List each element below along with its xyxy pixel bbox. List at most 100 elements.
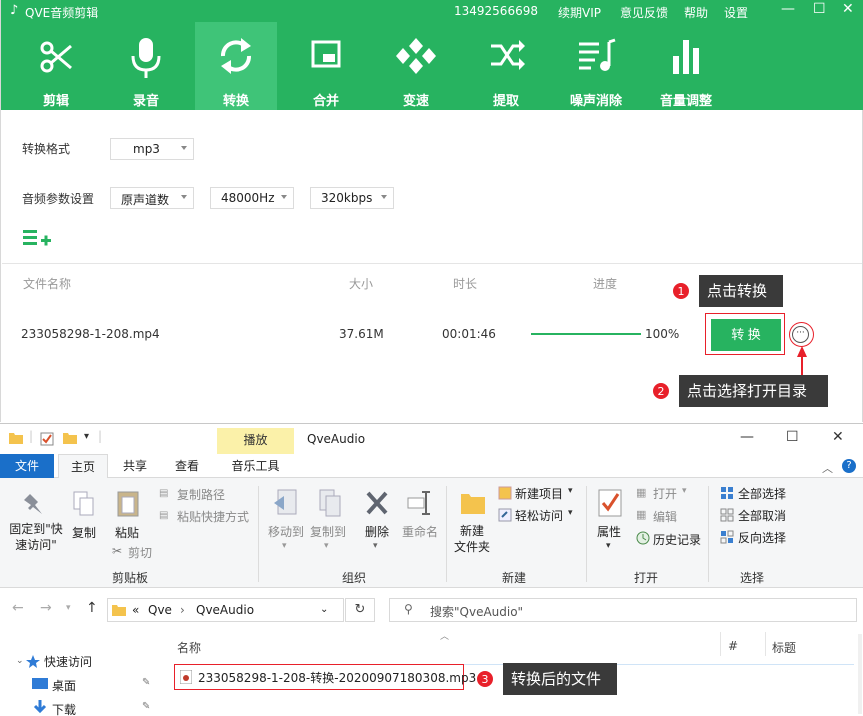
tab-view[interactable]: 查看 [162, 454, 212, 478]
pin-icon: ✎ [142, 701, 151, 712]
tool-merge[interactable]: 合并 [285, 22, 367, 110]
invert-selection-button[interactable]: 反向选择 [738, 529, 786, 546]
step-badge-1: 1 [672, 282, 690, 300]
up-arrow-icon[interactable]: ↑ [86, 600, 98, 616]
open-button[interactable]: 打开 [653, 485, 677, 502]
tool-label: 变速 [402, 94, 429, 109]
pin-icon [24, 494, 42, 514]
breadcrumb-qveaudio[interactable]: QveAudio [196, 603, 254, 617]
back-arrow-icon[interactable]: ← [12, 600, 24, 616]
nav-quick-access[interactable]: 快速访问 [44, 653, 92, 670]
search-input[interactable]: ⚲ 搜索"QveAudio" [389, 598, 857, 622]
help-icon[interactable]: ? [842, 459, 856, 473]
tool-trim[interactable]: 剪辑 [15, 22, 97, 110]
output-file-name[interactable]: 233058298-1-208-转换-20200907180308.mp3 [198, 669, 476, 686]
select-none-button[interactable]: 全部取消 [738, 507, 786, 524]
paste-icon [117, 491, 139, 517]
format-select[interactable]: mp3 [110, 138, 194, 160]
music-note-icon: ♪ [10, 3, 19, 18]
tab-music-tools[interactable]: 音乐工具 [217, 454, 294, 478]
scrollbar[interactable] [858, 634, 862, 714]
column-title[interactable]: 标题 [772, 639, 796, 656]
address-row: ← → ▾ ↑ « Qve › QveAudio ⌄ ↻ ⚲ 搜索"QveAud… [0, 588, 863, 633]
callout-output-file: 转换后的文件 [503, 663, 617, 695]
channel-value: 原声道数 [121, 193, 170, 207]
copy-to-button[interactable]: 复制到 [306, 524, 350, 540]
qve-app-window: ♪ QVE音频剪辑 13492566698 续期VIP 意见反馈 帮助 设置 —… [0, 0, 863, 422]
collapse-ribbon-icon[interactable]: ︿ [822, 460, 833, 476]
cut-icon: ✂ [112, 544, 123, 558]
close-icon[interactable]: ✕ [842, 1, 854, 17]
address-bar[interactable]: « Qve › QveAudio ⌄ [107, 598, 344, 622]
new-folder-icon[interactable] [63, 432, 77, 444]
sort-up-icon: ︿ [440, 632, 450, 642]
help-link[interactable]: 帮助 [684, 4, 708, 21]
copy-path-button[interactable]: 复制路径 [177, 486, 225, 503]
new-item-button[interactable]: 新建项目 [515, 485, 563, 502]
renew-vip-link[interactable]: 续期VIP [558, 4, 601, 21]
minimize-icon[interactable]: — [740, 429, 754, 445]
merge-icon [311, 40, 341, 68]
select-all-button[interactable]: 全部选择 [738, 485, 786, 502]
col-duration: 时长 [453, 277, 478, 291]
easy-access-button[interactable]: 轻松访问 [515, 507, 563, 524]
feedback-link[interactable]: 意见反馈 [620, 4, 668, 21]
tab-file[interactable]: 文件 [0, 454, 54, 478]
pin-quick-access-button[interactable]: 固定到"快 速访问" [4, 521, 68, 553]
paste-button[interactable]: 粘贴 [113, 525, 141, 541]
copy-button[interactable]: 复制 [70, 525, 98, 541]
tool-label: 音量调整 [659, 94, 712, 109]
rename-button[interactable]: 重命名 [398, 524, 442, 540]
paste-shortcut-button[interactable]: 粘贴快捷方式 [177, 508, 249, 525]
quick-access-dropdown-icon[interactable]: ▾ [84, 431, 89, 442]
open-icon: ▦ [636, 486, 647, 499]
delete-button[interactable]: 删除 [360, 524, 394, 540]
new-folder-button[interactable]: 新建 文件夹 [452, 523, 492, 555]
highlight-circle [789, 322, 814, 347]
tool-convert[interactable]: 转换 [195, 22, 277, 110]
maximize-icon[interactable]: ☐ [813, 1, 826, 17]
chevron-down-icon: ▾ [606, 541, 611, 551]
tab-home[interactable]: 主页 [58, 454, 108, 479]
properties-check-icon[interactable] [40, 432, 54, 446]
properties-button[interactable]: 属性 [594, 524, 624, 540]
tool-extract[interactable]: 提取 [465, 22, 547, 110]
extract-icon [491, 40, 525, 70]
history-button[interactable]: 历史记录 [653, 531, 701, 548]
channel-select[interactable]: 原声道数 [110, 187, 194, 209]
add-file-list-icon[interactable] [23, 228, 53, 248]
edit-button[interactable]: 编辑 [653, 508, 677, 525]
column-number[interactable]: # [728, 639, 738, 653]
column-name[interactable]: 名称 [177, 639, 201, 656]
column-separator [720, 632, 721, 656]
paste-shortcut-icon: ▤ [159, 510, 169, 521]
divider: | [29, 429, 34, 443]
breadcrumb-qve[interactable]: Qve [148, 603, 172, 617]
tool-label: 合并 [312, 94, 339, 109]
tool-speed[interactable]: 变速 [375, 22, 457, 110]
refresh-icon[interactable]: ↻ [345, 598, 375, 622]
tool-record[interactable]: 录音 [105, 22, 187, 110]
tab-play-context[interactable]: 播放 [217, 428, 294, 454]
forward-arrow-icon[interactable]: → [40, 600, 52, 616]
search-placeholder: 搜索"QveAudio" [430, 605, 524, 619]
minimize-icon[interactable]: — [781, 1, 795, 17]
chevron-down-icon[interactable]: ⌄ [320, 604, 328, 615]
tool-volume[interactable]: 音量调整 [645, 22, 727, 110]
cut-button[interactable]: 剪切 [128, 544, 152, 561]
samplerate-select[interactable]: 48000Hz [210, 187, 294, 209]
settings-link[interactable]: 设置 [724, 4, 748, 21]
bitrate-select[interactable]: 320kbps [310, 187, 394, 209]
tab-share[interactable]: 共享 [110, 454, 160, 478]
chevron-down-icon: ▾ [282, 541, 287, 551]
maximize-icon[interactable]: ☐ [786, 429, 799, 445]
params-label: 音频参数设置 [22, 192, 95, 206]
recent-locations-icon[interactable]: ▾ [66, 603, 71, 613]
group-separator [708, 486, 709, 582]
chevron-down-icon[interactable]: ⌄ [16, 656, 24, 666]
nav-downloads[interactable]: 下载 [52, 701, 76, 716]
move-to-button[interactable]: 移动到 [264, 524, 308, 540]
nav-desktop[interactable]: 桌面 [52, 677, 76, 694]
tool-noise-removal[interactable]: 噪声消除 [555, 22, 637, 110]
close-icon[interactable]: ✕ [832, 429, 844, 445]
